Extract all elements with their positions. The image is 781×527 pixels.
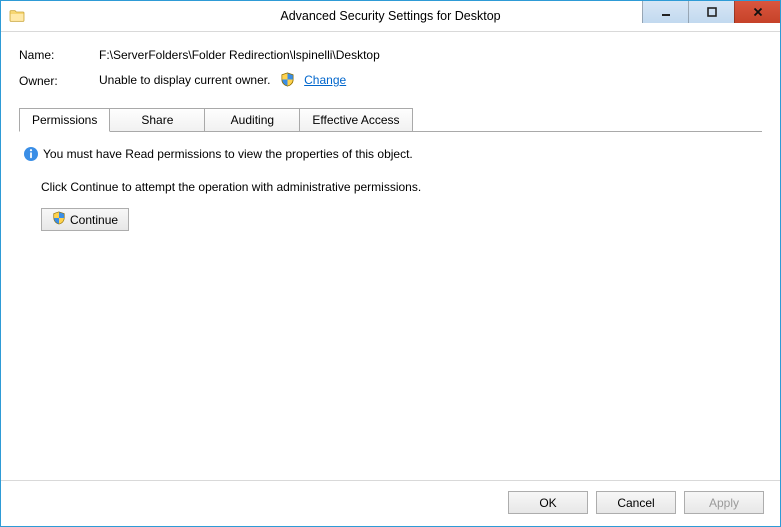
content-area: Name: F:\ServerFolders\Folder Redirectio… bbox=[1, 32, 780, 480]
tabstrip: Permissions Share Auditing Effective Acc… bbox=[19, 108, 762, 132]
window-controls bbox=[642, 1, 780, 23]
close-button[interactable] bbox=[734, 1, 780, 23]
owner-value: Unable to display current owner. Change bbox=[99, 72, 346, 90]
name-value: F:\ServerFolders\Folder Redirection\lspi… bbox=[99, 48, 380, 62]
tab-auditing[interactable]: Auditing bbox=[204, 108, 300, 132]
name-row: Name: F:\ServerFolders\Folder Redirectio… bbox=[19, 48, 762, 62]
info-icon bbox=[23, 146, 39, 162]
info-row: You must have Read permissions to view t… bbox=[23, 146, 758, 162]
apply-button: Apply bbox=[684, 491, 764, 514]
maximize-button[interactable] bbox=[688, 1, 734, 23]
info-text: You must have Read permissions to view t… bbox=[43, 147, 413, 161]
tab-share[interactable]: Share bbox=[109, 108, 205, 132]
continue-label: Continue bbox=[70, 213, 118, 227]
shield-icon bbox=[280, 72, 295, 90]
continue-button[interactable]: Continue bbox=[41, 208, 129, 231]
tab-panel: You must have Read permissions to view t… bbox=[19, 132, 762, 480]
apply-label: Apply bbox=[709, 496, 739, 510]
tab-effective-access-label: Effective Access bbox=[312, 113, 399, 127]
ok-label: OK bbox=[539, 496, 556, 510]
owner-row: Owner: Unable to display current owner. … bbox=[19, 72, 762, 90]
tab-auditing-label: Auditing bbox=[231, 113, 274, 127]
name-label: Name: bbox=[19, 48, 99, 62]
change-owner-link[interactable]: Change bbox=[304, 73, 346, 87]
tab-underline bbox=[19, 131, 762, 132]
ok-button[interactable]: OK bbox=[508, 491, 588, 514]
owner-label: Owner: bbox=[19, 74, 99, 88]
cancel-button[interactable]: Cancel bbox=[596, 491, 676, 514]
cancel-label: Cancel bbox=[617, 496, 654, 510]
tab-share-label: Share bbox=[141, 113, 173, 127]
hint-text: Click Continue to attempt the operation … bbox=[41, 180, 758, 194]
window-root: Advanced Security Settings for Desktop N… bbox=[0, 0, 781, 527]
minimize-button[interactable] bbox=[642, 1, 688, 23]
tab-effective-access[interactable]: Effective Access bbox=[299, 108, 412, 132]
titlebar: Advanced Security Settings for Desktop bbox=[1, 1, 780, 32]
tab-permissions-label: Permissions bbox=[32, 113, 97, 127]
shield-icon bbox=[52, 211, 66, 228]
owner-text: Unable to display current owner. bbox=[99, 73, 270, 87]
tab-permissions[interactable]: Permissions bbox=[19, 108, 110, 132]
footer: OK Cancel Apply bbox=[1, 480, 780, 526]
folder-icon bbox=[9, 8, 25, 24]
